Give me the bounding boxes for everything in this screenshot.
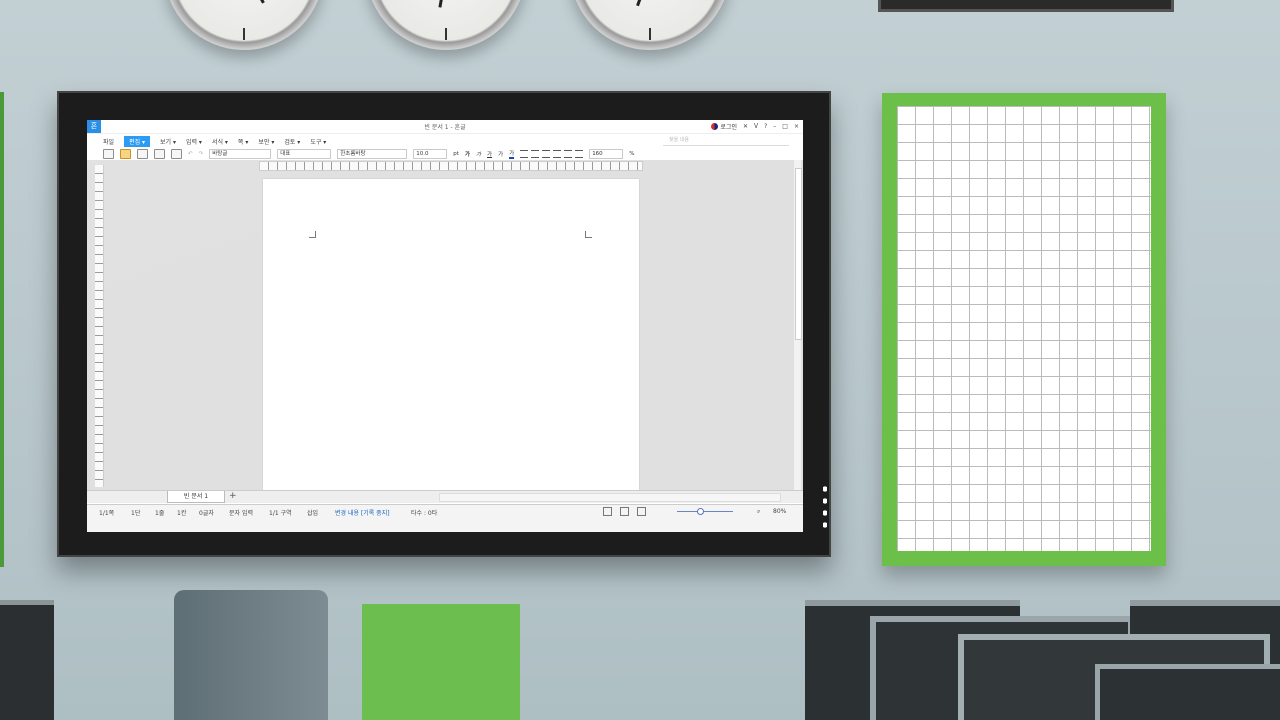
open-folder-icon[interactable] — [120, 149, 131, 159]
zoom-icon[interactable]: ⌕ — [757, 508, 760, 516]
language-select[interactable]: 대표 — [277, 149, 332, 159]
desktop-scene: 흔 빈 문서 1 - 흔글 로그인 ✕ ᐯ ? – □ × 파일 편집 ▾ 보기… — [0, 0, 1280, 720]
menu-security[interactable]: 보안 ▾ — [258, 137, 274, 146]
alignment-buttons[interactable] — [520, 150, 584, 158]
side-panel — [0, 92, 4, 567]
menu-file[interactable]: 파일 — [103, 137, 114, 146]
fullscreen-icon[interactable]: ✕ — [743, 123, 748, 130]
status-char-count: 0글자 — [199, 510, 214, 517]
menu-page[interactable]: 쪽 ▾ — [238, 137, 248, 146]
percent-unit[interactable]: % — [629, 151, 634, 157]
menu-insert[interactable]: 입력 ▾ — [186, 137, 202, 146]
menu-review[interactable]: 검토 ▾ — [284, 137, 300, 146]
tab-document-1[interactable]: 빈 문서 1 — [167, 491, 225, 503]
save-icon[interactable] — [137, 149, 148, 159]
login-button[interactable]: 로그인 — [711, 122, 737, 131]
wall-monitor: 흔 빈 문서 1 - 흔글 로그인 ✕ ᐯ ? – □ × 파일 편집 ▾ 보기… — [57, 91, 831, 557]
monitor-back — [0, 600, 54, 720]
monitor-back — [1095, 664, 1280, 720]
status-cell: 1칸 — [177, 510, 187, 517]
margin-mark — [585, 231, 592, 238]
status-insert-mode[interactable]: 삽입 — [307, 508, 318, 517]
status-input-mode[interactable]: 문자 입력 — [229, 508, 253, 517]
document-page[interactable] — [263, 179, 639, 495]
horizontal-scrollbar[interactable] — [439, 493, 781, 502]
font-size-input[interactable]: 10.0 — [413, 149, 448, 159]
collapse-icon[interactable]: ᐯ — [754, 123, 758, 130]
menu-format[interactable]: 서식 ▾ — [212, 137, 228, 146]
menu-bar: 파일 편집 ▾ 보기 ▾ 입력 ▾ 서식 ▾ 쪽 ▾ 보안 ▾ 검토 ▾ 도구 … — [87, 134, 803, 148]
preview-icon[interactable] — [171, 149, 182, 159]
menu-edit[interactable]: 편집 ▾ — [124, 135, 151, 147]
status-line: 1줄 — [155, 510, 165, 517]
add-tab-button[interactable]: + — [229, 491, 237, 502]
print-icon[interactable] — [154, 149, 165, 159]
font-select[interactable]: 한초롬바탕 — [337, 149, 408, 159]
wall-clock — [164, 0, 324, 50]
web-view-icon[interactable] — [620, 507, 629, 516]
strikethrough-button[interactable]: 가 — [498, 150, 503, 158]
line-spacing-input[interactable]: 160 — [589, 149, 624, 159]
menu-tools[interactable]: 도구 ▾ — [310, 137, 326, 146]
undo-icon[interactable]: ↶ — [188, 151, 193, 157]
horizontal-ruler — [259, 161, 643, 171]
menu-view[interactable]: 보기 ▾ — [160, 137, 176, 146]
zoom-slider[interactable] — [677, 508, 733, 515]
status-bar: 1/1쪽 1단 1줄 1칸 0글자 문자 입력 1/1 구역 삽입 변경 내용 … — [87, 504, 803, 532]
title-bar: 흔 빈 문서 1 - 흔글 로그인 ✕ ᐯ ? – □ × — [87, 120, 803, 134]
vertical-scrollbar[interactable] — [794, 160, 802, 495]
status-section: 1/1 구역 — [269, 510, 292, 517]
wall-clock — [570, 0, 730, 50]
bold-button[interactable]: 가 — [465, 150, 470, 158]
scroll-thumb[interactable] — [795, 168, 802, 340]
user-icon — [711, 123, 719, 130]
word-processor-window: 흔 빈 문서 1 - 흔글 로그인 ✕ ᐯ ? – □ × 파일 편집 ▾ 보기… — [87, 120, 803, 532]
style-select[interactable]: 바탕글 — [209, 149, 272, 159]
status-track-changes[interactable]: 변경 내용 [기록 중지] — [335, 508, 390, 517]
normal-view-icon[interactable] — [603, 507, 612, 516]
zoom-level[interactable]: 80% — [773, 508, 786, 515]
new-document-icon[interactable] — [103, 149, 114, 159]
search-input[interactable]: 찾을 내용 — [663, 136, 789, 146]
help-icon[interactable]: ? — [764, 123, 767, 130]
status-page: 1/1쪽 — [99, 510, 115, 517]
vertical-ruler — [95, 165, 104, 487]
window-title: 빈 문서 1 - 흔글 — [424, 124, 466, 131]
status-typing-count: 타수 : 0타 — [411, 510, 438, 517]
wall-clock — [366, 0, 526, 50]
font-color-button[interactable]: 가 — [509, 149, 515, 159]
document-tab-bar: 빈 문서 1 + — [87, 490, 803, 503]
italic-button[interactable]: 가 — [476, 150, 481, 158]
green-chair — [362, 604, 520, 720]
page-view-icon[interactable] — [637, 507, 646, 516]
close-button[interactable]: × — [794, 123, 799, 130]
chair-back — [174, 590, 328, 720]
maximize-button[interactable]: □ — [782, 123, 788, 130]
wall-frame — [878, 0, 1174, 12]
margin-mark — [309, 231, 316, 238]
view-mode-buttons[interactable] — [603, 507, 646, 516]
green-grid-board — [882, 93, 1166, 566]
redo-icon[interactable]: ↷ — [199, 151, 204, 157]
font-unit[interactable]: pt — [453, 151, 459, 157]
status-column: 1단 — [131, 510, 141, 517]
underline-button[interactable]: 가 — [487, 150, 492, 158]
document-workspace — [87, 160, 803, 495]
minimize-button[interactable]: – — [773, 123, 776, 130]
grid-paper — [897, 106, 1151, 551]
